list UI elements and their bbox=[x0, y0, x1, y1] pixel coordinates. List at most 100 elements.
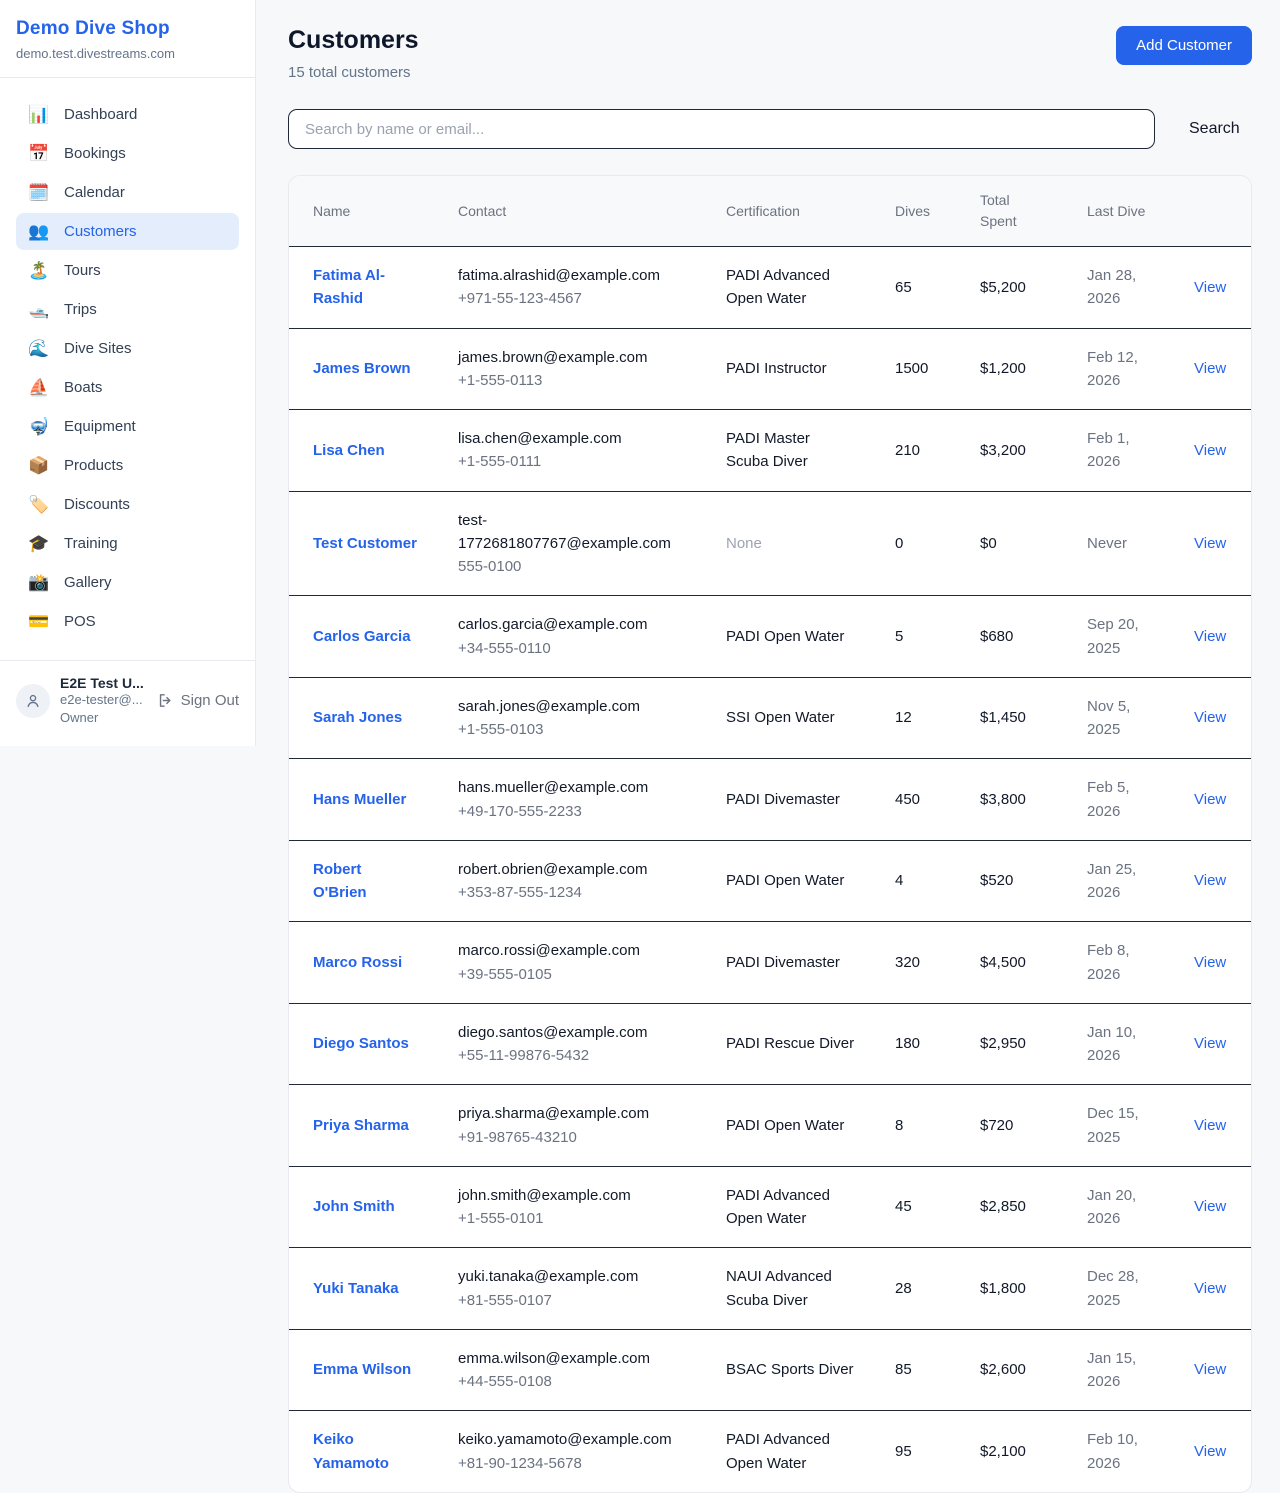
sign-out-button[interactable]: Sign Out bbox=[157, 692, 239, 709]
table-row: James Brownjames.brown@example.com+1-555… bbox=[289, 328, 1252, 410]
customer-name-link[interactable]: Fatima Al-Rashid bbox=[313, 267, 385, 307]
customer-name-link[interactable]: Carlos Garcia bbox=[313, 628, 411, 645]
sidebar-item-tours[interactable]: 🏝️Tours bbox=[16, 252, 239, 289]
customer-name-link[interactable]: Yuki Tanaka bbox=[313, 1280, 399, 1297]
customer-certification: PADI Advanced Open Water bbox=[726, 1187, 830, 1227]
view-link[interactable]: View bbox=[1194, 1198, 1226, 1215]
view-link[interactable]: View bbox=[1194, 535, 1226, 552]
page-header: Customers 15 total customers Add Custome… bbox=[288, 26, 1252, 81]
customer-phone: +353-87-555-1234 bbox=[458, 881, 686, 904]
customer-phone: +34-555-0110 bbox=[458, 637, 686, 660]
customer-last-dive: Dec 15, 2025 bbox=[1063, 1085, 1170, 1167]
sidebar-item-label: Tours bbox=[64, 262, 101, 279]
customer-name-link[interactable]: Marco Rossi bbox=[313, 954, 402, 971]
sidebar-item-training[interactable]: 🎓Training bbox=[16, 525, 239, 562]
sidebar-item-calendar[interactable]: 🗓️Calendar bbox=[16, 174, 239, 211]
table-body: Fatima Al-Rashid fatima.alrashid@example.… bbox=[289, 247, 1252, 1492]
view-link[interactable]: View bbox=[1194, 1117, 1226, 1134]
sidebar-item-pos[interactable]: 💳POS bbox=[16, 603, 239, 640]
customer-total-spent: $0 bbox=[956, 491, 1063, 596]
customer-phone: +1-555-0103 bbox=[458, 718, 686, 741]
customer-phone: +1-555-0111 bbox=[458, 450, 686, 473]
customer-total-spent: $3,800 bbox=[956, 759, 1063, 841]
view-link[interactable]: View bbox=[1194, 442, 1226, 459]
customer-certification: PADI Advanced Open Water bbox=[726, 1431, 830, 1471]
view-link[interactable]: View bbox=[1194, 279, 1226, 296]
calendar-icon: 🗓️ bbox=[28, 184, 50, 201]
view-link[interactable]: View bbox=[1194, 872, 1226, 889]
sidebar-item-trips[interactable]: 🛥️Trips bbox=[16, 291, 239, 328]
customer-total-spent: $520 bbox=[956, 840, 1063, 922]
customer-phone: +49-170-555-2233 bbox=[458, 800, 686, 823]
view-link[interactable]: View bbox=[1194, 1361, 1226, 1378]
customer-last-dive: Jan 15, 2026 bbox=[1063, 1329, 1170, 1411]
products-box-icon: 📦 bbox=[28, 457, 50, 474]
view-link[interactable]: View bbox=[1194, 1443, 1226, 1460]
customer-phone: +55-11-99876-5432 bbox=[458, 1044, 686, 1067]
view-link[interactable]: View bbox=[1194, 709, 1226, 726]
customer-email: fatima.alrashid@example.com bbox=[458, 264, 686, 287]
customer-name-link[interactable]: Sarah Jones bbox=[313, 709, 402, 726]
sidebar-item-label: Dashboard bbox=[64, 106, 137, 123]
customer-phone: +971-55-123-4567 bbox=[458, 287, 686, 310]
view-link[interactable]: View bbox=[1194, 1280, 1226, 1297]
customer-name-link[interactable]: Priya Sharma bbox=[313, 1117, 409, 1134]
customer-last-dive: Dec 28, 2025 bbox=[1063, 1248, 1170, 1330]
search-input[interactable] bbox=[288, 109, 1155, 149]
customer-name-link[interactable]: Test Customer bbox=[313, 535, 417, 552]
customer-dives: 5 bbox=[871, 596, 956, 678]
sidebar-item-products[interactable]: 📦Products bbox=[16, 447, 239, 484]
sidebar-nav: 📊Dashboard📅Bookings🗓️Calendar👥Customers🏝… bbox=[0, 78, 255, 660]
search-button[interactable]: Search bbox=[1189, 120, 1240, 138]
customer-name-link[interactable]: Emma Wilson bbox=[313, 1361, 411, 1378]
customer-total-spent: $2,100 bbox=[956, 1411, 1063, 1492]
table-row: Priya Sharmapriya.sharma@example.com+91-… bbox=[289, 1085, 1252, 1167]
customers-table: NameContactCertificationDivesTotal Spent… bbox=[289, 176, 1252, 1492]
sidebar-item-equipment[interactable]: 🤿Equipment bbox=[16, 408, 239, 445]
add-customer-button[interactable]: Add Customer bbox=[1116, 26, 1252, 65]
avatar bbox=[16, 684, 50, 718]
sidebar-item-label: Discounts bbox=[64, 496, 130, 513]
view-link[interactable]: View bbox=[1194, 1035, 1226, 1052]
main-content: Customers 15 total customers Add Custome… bbox=[288, 26, 1252, 1493]
dive-sites-wave-icon: 🌊 bbox=[28, 340, 50, 357]
customer-name-link[interactable]: Keiko Yamamoto bbox=[313, 1431, 389, 1471]
customer-last-dive: Never bbox=[1063, 491, 1170, 596]
customer-dives: 28 bbox=[871, 1248, 956, 1330]
sidebar-item-dashboard[interactable]: 📊Dashboard bbox=[16, 96, 239, 133]
customer-name-link[interactable]: Robert O'Brien bbox=[313, 861, 367, 901]
sidebar: Demo Dive Shop demo.test.divestreams.com… bbox=[0, 0, 256, 746]
search-row: Search bbox=[288, 109, 1252, 149]
shop-header: Demo Dive Shop demo.test.divestreams.com bbox=[0, 0, 255, 77]
sign-out-label: Sign Out bbox=[181, 692, 239, 709]
customer-certification: PADI Advanced Open Water bbox=[726, 267, 830, 307]
customer-name-link[interactable]: James Brown bbox=[313, 360, 411, 377]
view-link[interactable]: View bbox=[1194, 791, 1226, 808]
customer-name-link[interactable]: Diego Santos bbox=[313, 1035, 409, 1052]
customer-phone: +91-98765-43210 bbox=[458, 1126, 686, 1149]
customer-phone: +1-555-0113 bbox=[458, 369, 686, 392]
customer-total-spent: $2,850 bbox=[956, 1166, 1063, 1248]
sidebar-item-discounts[interactable]: 🏷️Discounts bbox=[16, 486, 239, 523]
view-link[interactable]: View bbox=[1194, 628, 1226, 645]
customer-name-link[interactable]: Hans Mueller bbox=[313, 791, 406, 808]
view-link[interactable]: View bbox=[1194, 360, 1226, 377]
customer-name-link[interactable]: Lisa Chen bbox=[313, 442, 385, 459]
sign-out-icon bbox=[157, 692, 174, 709]
sidebar-item-boats[interactable]: ⛵Boats bbox=[16, 369, 239, 406]
table-header-row: NameContactCertificationDivesTotal Spent… bbox=[289, 176, 1252, 247]
customer-total-spent: $4,500 bbox=[956, 922, 1063, 1004]
customer-dives: 85 bbox=[871, 1329, 956, 1411]
customer-last-dive: Feb 5, 2026 bbox=[1063, 759, 1170, 841]
sidebar-item-bookings[interactable]: 📅Bookings bbox=[16, 135, 239, 172]
customer-certification: PADI Divemaster bbox=[726, 954, 840, 971]
customer-phone: 555-0100 bbox=[458, 555, 686, 578]
view-link[interactable]: View bbox=[1194, 954, 1226, 971]
sidebar-item-dive-sites[interactable]: 🌊Dive Sites bbox=[16, 330, 239, 367]
table-row: Sarah Jonessarah.jones@example.com+1-555… bbox=[289, 677, 1252, 759]
sidebar-item-gallery[interactable]: 📸Gallery bbox=[16, 564, 239, 601]
customer-dives: 8 bbox=[871, 1085, 956, 1167]
customer-name-link[interactable]: John Smith bbox=[313, 1198, 395, 1215]
customer-phone: +81-90-1234-5678 bbox=[458, 1452, 686, 1475]
sidebar-item-customers[interactable]: 👥Customers bbox=[16, 213, 239, 250]
